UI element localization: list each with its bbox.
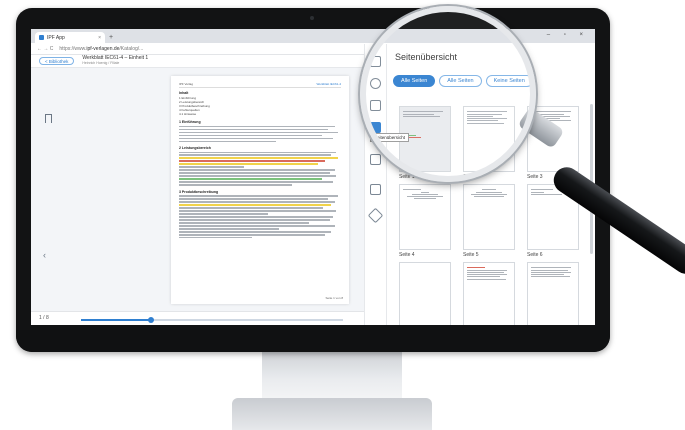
window-controls[interactable]: – ▫ ×: [547, 32, 589, 38]
stage: IPF App × + – ▫ × ← → C https://www.ipf-…: [0, 0, 685, 430]
page-slider-fill: [81, 319, 151, 321]
thumbnail-label: Seite 5: [463, 252, 479, 258]
thumbnail-image: [399, 262, 451, 325]
page-thumbnail[interactable]: [463, 262, 515, 325]
section-heading: 1 Einführung: [179, 120, 201, 124]
webcam: [310, 16, 314, 20]
new-tab-button[interactable]: +: [109, 34, 113, 41]
body-text: [179, 195, 341, 239]
pen-icon[interactable]: [367, 207, 384, 224]
body-text: [179, 125, 341, 142]
annotate-icon[interactable]: [370, 154, 381, 165]
page-header: IPF Verlag Werkblatt IEC61-4: [179, 82, 341, 88]
thumbnail-image: [399, 184, 451, 250]
document-subtitle: Heinrich Hoenig / Filiale: [82, 61, 120, 65]
panel-scrollbar[interactable]: [590, 104, 593, 254]
nav-icons[interactable]: ← → C: [37, 46, 53, 52]
highlight-icon[interactable]: [370, 184, 381, 195]
thumbnail-image: [463, 262, 515, 325]
page-header-right: Werkblatt IEC61-4: [316, 82, 341, 86]
table-of-contents: 1 Einführung 2 Leistungsbereich 3 Produk…: [179, 96, 341, 116]
close-tab-icon[interactable]: ×: [98, 35, 101, 41]
chevron-left-icon[interactable]: ‹: [43, 250, 46, 260]
browser-tab[interactable]: IPF App ×: [35, 32, 105, 43]
page-slider-knob[interactable]: [148, 316, 154, 323]
thumbnail-label: Seite 6: [527, 252, 543, 258]
page-indicator[interactable]: 1 / 8: [39, 315, 49, 321]
url-text[interactable]: https://www.ipf-verlagen.de/Katalog/...: [59, 46, 143, 52]
thumbnail-image: [463, 184, 515, 250]
left-rail: ‹: [31, 68, 79, 311]
page-header-left: IPF Verlag: [179, 82, 194, 86]
body-text: [179, 151, 341, 186]
tab-title: IPF App: [47, 34, 65, 41]
magnifier-lens: [360, 6, 536, 182]
page-thumbnail[interactable]: Seite 5: [463, 184, 515, 258]
favicon-icon: [39, 35, 44, 40]
monitor-chin: [16, 330, 610, 352]
back-to-library-button[interactable]: < Bibliothek: [39, 57, 75, 65]
page-thumbnail[interactable]: [527, 262, 579, 325]
page-thumbnail[interactable]: Seite 4: [399, 184, 451, 258]
section-heading: 2 Leistungsbereich: [179, 145, 211, 150]
thumbnail-image: [527, 262, 579, 325]
monitor-stand-neck: [262, 352, 402, 400]
toc-item[interactable]: 4.1 Hinweise: [179, 112, 341, 116]
document-title-block: Werkblatt IEC61-4 – Einheit 1 Heinrich H…: [82, 56, 148, 66]
page-number: Seite 1 von 8: [325, 296, 343, 300]
toc-heading: Inhalt: [179, 91, 189, 95]
monitor-stand-base: [232, 398, 432, 430]
section-heading: 3 Produktbeschreibung: [179, 189, 219, 194]
document-page: IPF Verlag Werkblatt IEC61-4 Inhalt 1 Ei…: [171, 76, 349, 304]
bookmark-icon[interactable]: [45, 114, 52, 123]
thumbnail-label: Seite 4: [399, 252, 415, 258]
page-thumbnail[interactable]: [399, 262, 451, 325]
